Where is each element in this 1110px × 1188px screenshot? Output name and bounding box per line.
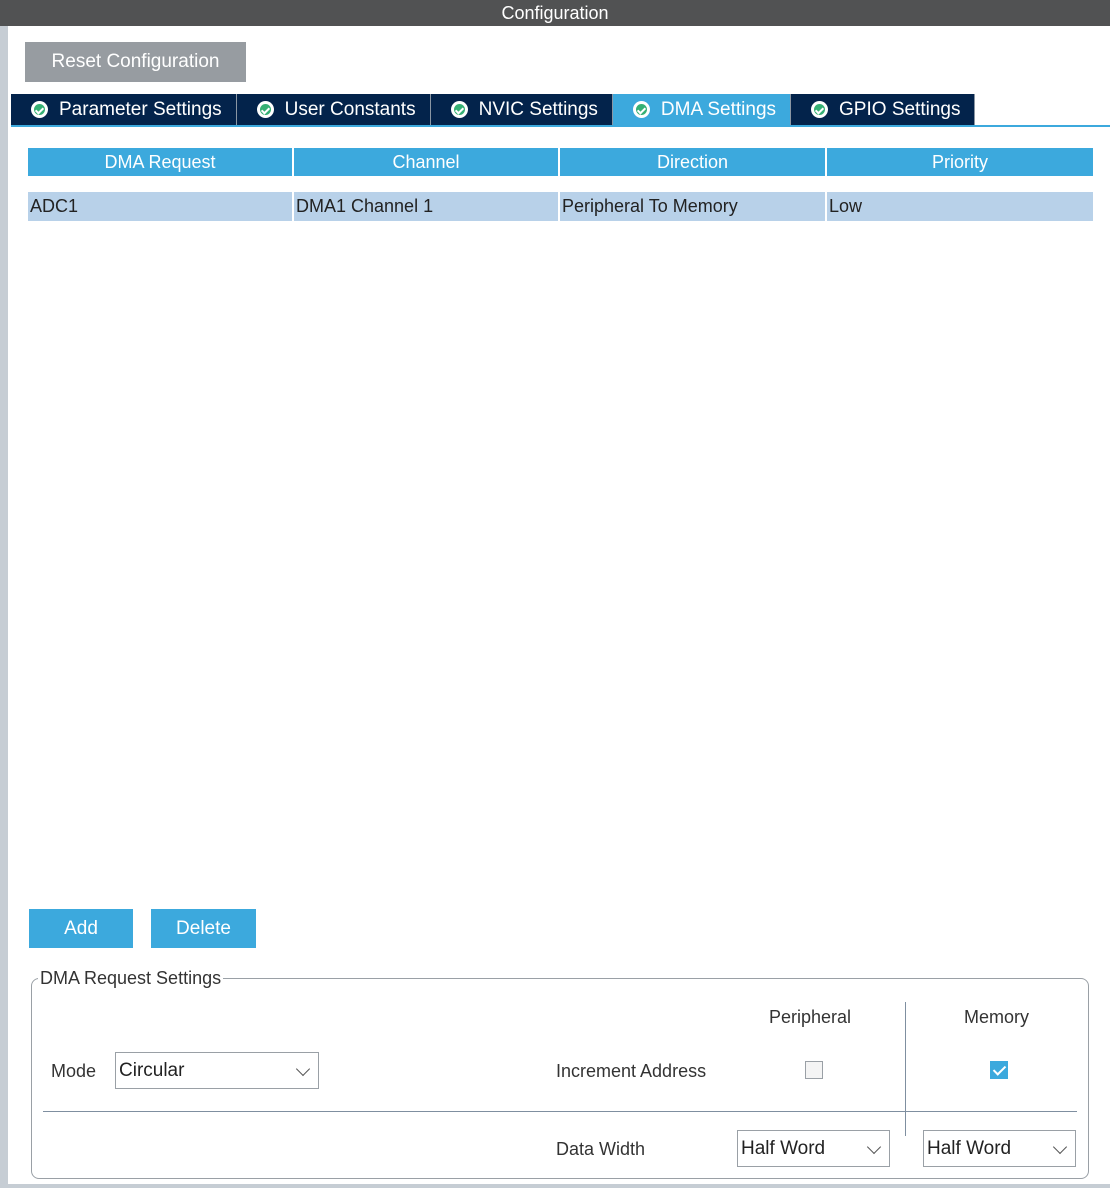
tab-gpio-settings[interactable]: GPIO Settings [791,94,976,125]
cell-dma-request[interactable]: ADC1 [28,192,294,221]
mode-select[interactable]: Circular [115,1052,319,1089]
tab-underline [11,125,1110,127]
cell-channel[interactable]: DMA1 Channel 1 [294,192,560,221]
chevron-down-icon [1052,1139,1068,1155]
tab-label: Parameter Settings [59,99,222,120]
memory-increment-checkbox[interactable] [990,1061,1008,1079]
mode-value: Circular [119,1060,185,1081]
check-circle-icon [256,101,274,118]
tab-user-constants[interactable]: User Constants [236,94,431,125]
peripheral-data-width-select[interactable]: Half Word [737,1130,890,1167]
window-title: Configuration [0,0,1110,26]
memory-header: Memory [964,1007,1030,1027]
chevron-down-icon [866,1139,882,1155]
memory-data-width-select[interactable]: Half Word [923,1130,1076,1167]
memory-width-value: Half Word [927,1138,1012,1159]
check-circle-icon [632,101,650,118]
check-circle-icon [31,101,48,118]
left-border [0,26,8,1188]
increment-address-label: Increment Address [556,1061,707,1081]
peripheral-header: Peripheral [769,1007,852,1027]
check-circle-icon [450,101,468,118]
row-divider [43,1111,1077,1112]
data-width-label: Data Width [556,1139,646,1159]
dma-table-header: DMA Request Channel Direction Priority [28,148,1093,176]
tab-nvic-settings[interactable]: NVIC Settings [430,94,613,125]
chevron-down-icon [295,1061,311,1077]
column-divider [905,1002,906,1136]
delete-button[interactable]: Delete [151,909,256,948]
peripheral-width-value: Half Word [741,1138,826,1159]
tab-label: DMA Settings [660,99,777,120]
mode-label: Mode [51,1061,97,1081]
cell-priority[interactable]: Low [827,192,1093,221]
bottom-border [0,1184,1110,1188]
add-button[interactable]: Add [29,909,133,948]
tab-dma-settings[interactable]: DMA Settings [612,94,792,125]
tab-label: NVIC Settings [478,99,598,120]
table-row[interactable]: ADC1 DMA1 Channel 1 Peripheral To Memory… [28,192,1093,221]
check-circle-icon [811,101,829,118]
peripheral-increment-checkbox[interactable] [805,1061,823,1079]
tab-label: User Constants [284,99,416,120]
column-header-channel[interactable]: Channel [294,148,560,176]
tab-parameter-settings[interactable]: Parameter Settings [11,94,237,125]
tab-label: GPIO Settings [839,99,961,120]
column-header-priority[interactable]: Priority [827,148,1093,176]
column-header-direction[interactable]: Direction [560,148,827,176]
reset-configuration-button[interactable]: Reset Configuration [25,42,246,82]
group-title: DMA Request Settings [38,968,224,989]
config-tabs: Parameter Settings User Constants NVIC S… [11,94,976,125]
column-header-dma-request[interactable]: DMA Request [28,148,294,176]
cell-direction[interactable]: Peripheral To Memory [560,192,827,221]
